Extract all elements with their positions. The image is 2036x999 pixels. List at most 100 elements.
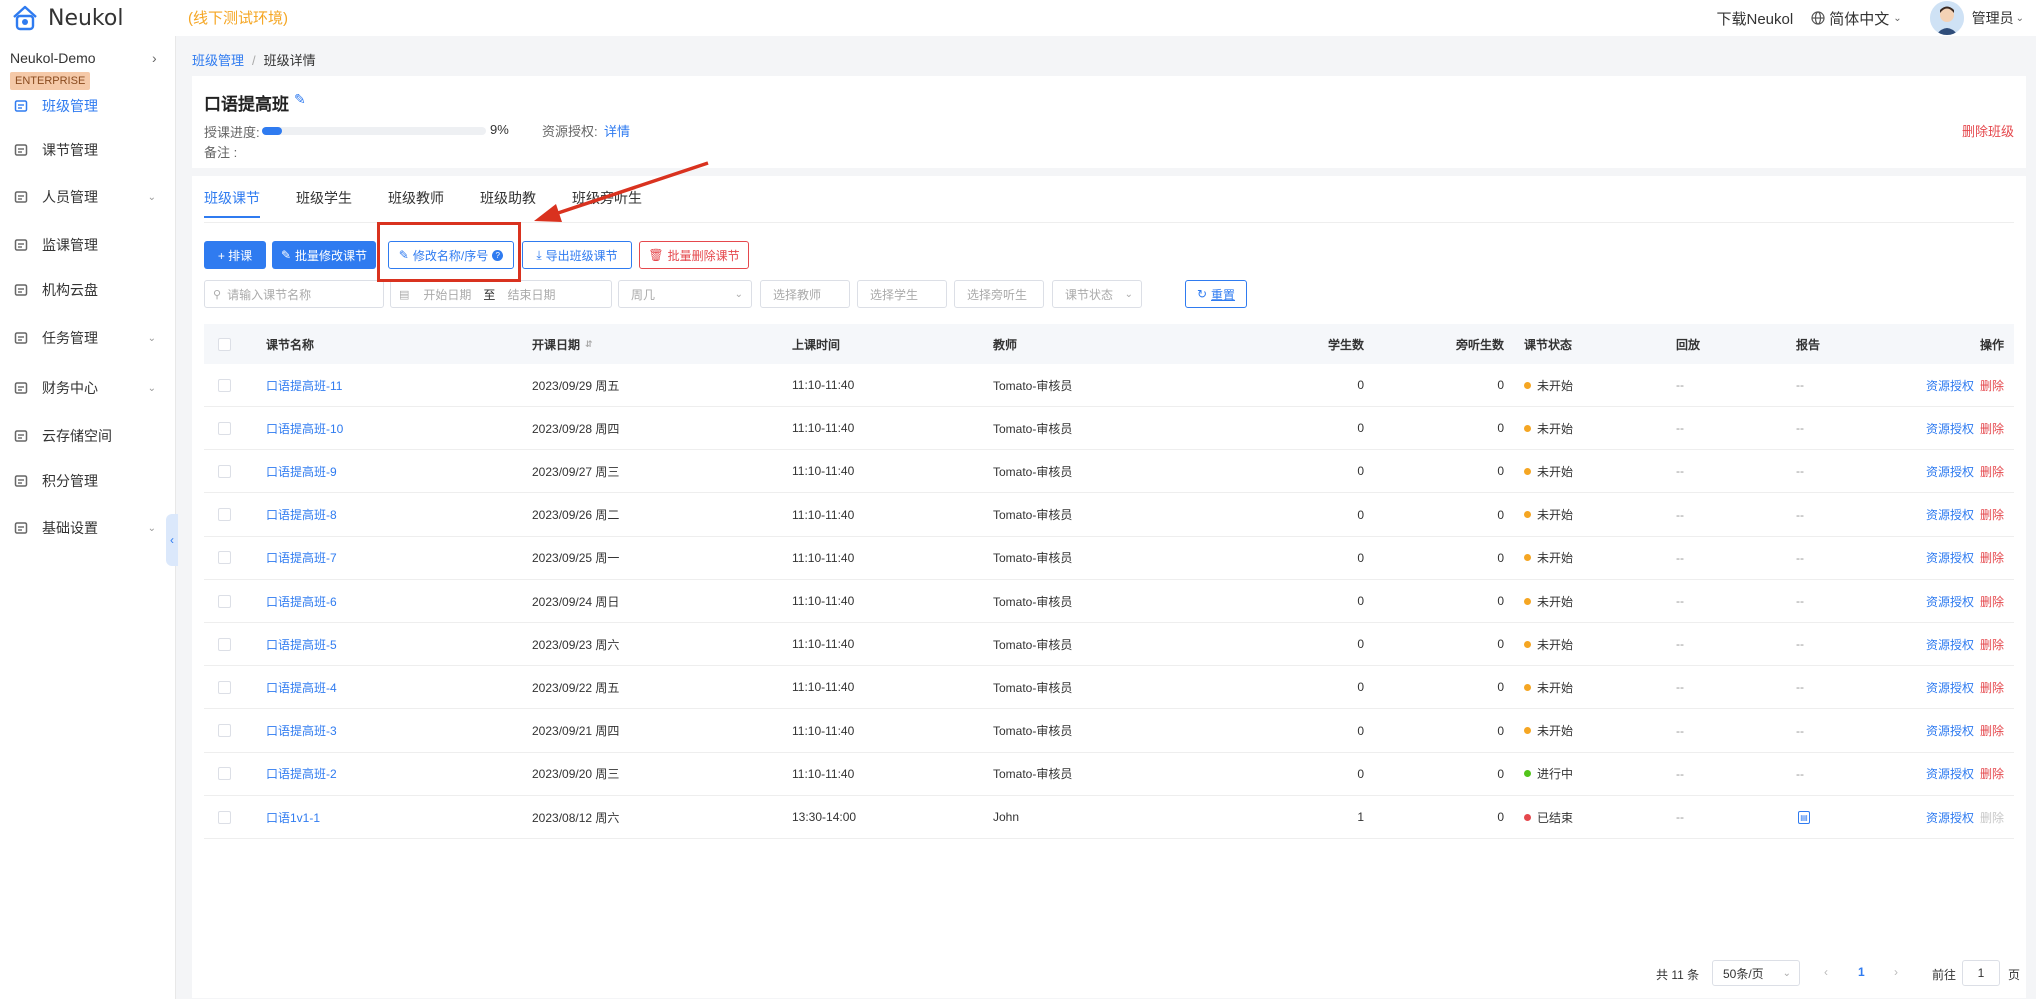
edit-icon[interactable]: ✎ — [294, 91, 306, 108]
tab-class-auditors[interactable]: 班级旁听生 — [572, 188, 642, 222]
delete-lesson-button[interactable]: 删除 — [1980, 722, 2004, 739]
delete-lesson-button[interactable]: 删除 — [1980, 506, 2004, 523]
sidebar-item-0[interactable]: 班级管理 — [0, 89, 176, 123]
tab-class-assistants[interactable]: 班级助教 — [480, 188, 536, 222]
sidebar-item-5[interactable]: 任务管理 ⌄ — [0, 321, 176, 355]
lesson-name-link[interactable]: 口语提高班-4 — [266, 666, 337, 708]
row-checkbox[interactable] — [218, 753, 231, 795]
resource-auth-details-link[interactable]: 详情 — [604, 121, 630, 140]
delete-lesson-button[interactable]: 删除 — [1980, 377, 2004, 394]
delete-lesson-button[interactable]: 删除 — [1980, 679, 2004, 696]
lesson-name-link[interactable]: 口语提高班-11 — [266, 364, 342, 406]
checkbox[interactable] — [218, 378, 231, 392]
row-checkbox[interactable] — [218, 364, 231, 406]
checkbox[interactable] — [218, 637, 231, 651]
resource-auth-link[interactable]: 资源授权 — [1926, 636, 1974, 653]
avatar[interactable] — [1929, 1, 1964, 35]
export-button[interactable]: ⤓ 导出班级课节 — [522, 241, 632, 269]
checkbox[interactable] — [218, 464, 231, 478]
language-switcher[interactable]: 简体中文 ⌄ — [1811, 8, 1902, 29]
sidebar-item-7[interactable]: 云存储空间 — [0, 419, 176, 453]
lesson-name-link[interactable]: 口语提高班-7 — [266, 537, 337, 579]
checkbox[interactable] — [218, 680, 231, 694]
logo[interactable]: Neukol — [10, 2, 123, 34]
goto-page-input[interactable]: 1 — [1962, 960, 2000, 986]
resource-auth-link[interactable]: 资源授权 — [1926, 593, 1974, 610]
tab-class-students[interactable]: 班级学生 — [296, 188, 352, 222]
delete-lesson-button[interactable]: 删除 — [1980, 420, 2004, 437]
batch-delete-button[interactable]: 🗑 批量删除课节 — [639, 241, 749, 269]
checkbox[interactable] — [218, 508, 231, 522]
lesson-status-select[interactable]: 课节状态 ⌄ — [1052, 280, 1142, 308]
sidebar-item-1[interactable]: 课节管理 — [0, 133, 176, 167]
resource-auth-link[interactable]: 资源授权 — [1926, 377, 1974, 394]
org-name[interactable]: Neukol-Demo — [10, 50, 96, 66]
row-checkbox[interactable] — [218, 407, 231, 449]
batch-edit-button[interactable]: ✎ 批量修改课节 — [272, 241, 376, 269]
breadcrumb-class-management[interactable]: 班级管理 — [192, 53, 244, 68]
lesson-name-link[interactable]: 口语提高班-5 — [266, 623, 337, 665]
user-menu[interactable]: 管理员 ⌄ — [1972, 8, 2024, 28]
row-checkbox[interactable] — [218, 450, 231, 492]
checkbox[interactable] — [218, 767, 231, 781]
row-checkbox[interactable] — [218, 666, 231, 708]
lesson-name-search-input[interactable]: ⚲ 请输入课节名称 — [204, 280, 384, 308]
lesson-name-link[interactable]: 口语提高班-10 — [266, 407, 343, 449]
resource-auth-link[interactable]: 资源授权 — [1926, 679, 1974, 696]
delete-lesson-button[interactable]: 删除 — [1980, 636, 2004, 653]
checkbox[interactable] — [218, 724, 231, 738]
report-cell[interactable]: ▤ — [1798, 796, 1810, 838]
next-page-button[interactable]: › — [1894, 965, 1898, 979]
prev-page-button[interactable]: ‹ — [1824, 965, 1828, 979]
reset-button[interactable]: ↻ 重置 — [1185, 280, 1247, 308]
delete-lesson-button[interactable]: 删除 — [1980, 765, 2004, 782]
lesson-name-link[interactable]: 口语提高班-9 — [266, 450, 337, 492]
row-checkbox[interactable] — [218, 494, 231, 536]
tab-class-teachers[interactable]: 班级教师 — [388, 188, 444, 222]
row-checkbox[interactable] — [218, 623, 231, 665]
download-link[interactable]: 下载Neukol — [1717, 8, 1794, 29]
delete-lesson-button[interactable]: 删除 — [1980, 463, 2004, 480]
delete-lesson-button[interactable]: 删除 — [1980, 549, 2004, 566]
sidebar-item-6[interactable]: 财务中心 ⌄ — [0, 371, 176, 405]
resource-auth-link[interactable]: 资源授权 — [1926, 765, 1974, 782]
checkbox[interactable] — [218, 421, 231, 435]
resource-auth-link[interactable]: 资源授权 — [1926, 722, 1974, 739]
lesson-name-link[interactable]: 口语提高班-6 — [266, 580, 337, 622]
auditor-select[interactable]: 选择旁听生 — [954, 280, 1044, 308]
resource-auth-link[interactable]: 资源授权 — [1926, 549, 1974, 566]
lesson-name-link[interactable]: 口语1v1-1 — [266, 796, 320, 838]
row-checkbox[interactable] — [218, 580, 231, 622]
sidebar-item-8[interactable]: 积分管理 — [0, 464, 176, 498]
lesson-name-link[interactable]: 口语提高班-3 — [266, 710, 337, 752]
row-checkbox[interactable] — [218, 796, 231, 838]
checkbox[interactable] — [218, 810, 231, 824]
resource-auth-link[interactable]: 资源授权 — [1926, 506, 1974, 523]
resource-auth-link[interactable]: 资源授权 — [1926, 420, 1974, 437]
page-size-select[interactable]: 50条/页 ⌄ — [1712, 960, 1800, 986]
sidebar-item-4[interactable]: 机构云盘 — [0, 273, 176, 307]
date-range-picker[interactable]: ▤ 开始日期 至 结束日期 — [390, 280, 612, 308]
checkbox[interactable] — [218, 551, 231, 565]
sidebar-item-2[interactable]: 人员管理 ⌄ — [0, 180, 176, 214]
col-start-date[interactable]: 开课日期 ⇵ — [532, 324, 593, 364]
lesson-name-link[interactable]: 口语提高班-8 — [266, 494, 337, 536]
resource-auth-link[interactable]: 资源授权 — [1926, 463, 1974, 480]
lesson-name-link[interactable]: 口语提高班-2 — [266, 753, 337, 795]
row-checkbox[interactable] — [218, 710, 231, 752]
sidebar-item-3[interactable]: 监课管理 — [0, 228, 176, 262]
resource-auth-link[interactable]: 资源授权 — [1926, 809, 1974, 826]
delete-class-button[interactable]: 删除班级 — [1962, 121, 2014, 140]
weekday-select[interactable]: 周几 ⌄ — [618, 280, 752, 308]
student-select[interactable]: 选择学生 — [857, 280, 947, 308]
report-icon[interactable]: ▤ — [1798, 810, 1810, 824]
page-number[interactable]: 1 — [1858, 965, 1865, 979]
schedule-button[interactable]: + 排课 — [204, 241, 266, 269]
teacher-select[interactable]: 选择教师 — [760, 280, 850, 308]
checkbox[interactable] — [218, 594, 231, 608]
row-checkbox[interactable] — [218, 537, 231, 579]
delete-lesson-button[interactable]: 删除 — [1980, 593, 2004, 610]
sidebar-item-9[interactable]: 基础设置 ⌄ — [0, 511, 176, 545]
checkbox[interactable] — [218, 337, 231, 351]
sort-icon[interactable]: ⇵ — [585, 339, 593, 350]
